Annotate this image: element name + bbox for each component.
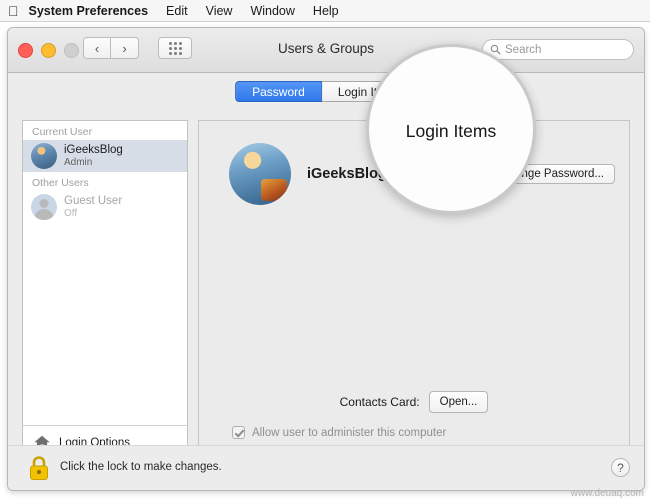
- contacts-card-row: Contacts Card: Open...: [199, 391, 629, 413]
- menu-item-help[interactable]: Help: [313, 4, 339, 18]
- admin-checkbox[interactable]: [232, 426, 245, 439]
- menu-item-system-preferences[interactable]: System Preferences: [29, 4, 149, 18]
- menu-item-edit[interactable]: Edit: [166, 4, 188, 18]
- window-titlebar: ‹ › Users & Groups Search: [8, 28, 644, 73]
- padlock-icon[interactable]: [28, 455, 50, 481]
- sidebar-group-other-users: Other Users: [32, 177, 89, 189]
- admin-checkbox-label: Allow user to administer this computer: [252, 426, 447, 439]
- user-header: iGeeksBlog: [229, 143, 387, 205]
- menu-item-window[interactable]: Window: [250, 4, 294, 18]
- lock-message: Click the lock to make changes.: [60, 461, 222, 473]
- users-sidebar: Current User iGeeksBlog Admin Other User…: [22, 120, 188, 460]
- guest-silhouette-avatar: [31, 194, 57, 220]
- help-button[interactable]: ?: [611, 458, 630, 477]
- lock-bar: Click the lock to make changes. ?: [8, 445, 644, 490]
- avatar[interactable]: [229, 143, 291, 205]
- open-contacts-card-button[interactable]: Open...: [428, 391, 489, 413]
- menu-item-view[interactable]: View: [206, 4, 233, 18]
- search-input[interactable]: Search: [482, 39, 634, 60]
- magnifier-overlay: Login Items: [366, 44, 536, 214]
- search-icon: [490, 44, 501, 55]
- system-preferences-window: ‹ › Users & Groups Search Password Login…: [7, 27, 645, 491]
- contacts-card-label: Contacts Card:: [339, 395, 420, 409]
- sidebar-item-label: Guest User: [64, 194, 123, 207]
- sidebar-item-sublabel: Off: [64, 207, 78, 219]
- sidebar-item-guest-user[interactable]: Guest User Off: [23, 191, 187, 223]
- magnifier-label: Login Items: [405, 120, 497, 141]
- apple-logo-icon[interactable]: : [8, 4, 19, 18]
- tab-bar: Password Login Items: [8, 73, 644, 110]
- search-placeholder: Search: [505, 43, 542, 56]
- sidebar-item-sublabel: Admin: [64, 156, 93, 168]
- menu-bar:  System Preferences Edit View Window He…: [0, 0, 650, 22]
- admin-checkbox-row[interactable]: Allow user to administer this computer: [232, 426, 446, 439]
- sidebar-group-current-user: Current User: [32, 126, 93, 138]
- content-area: Current User iGeeksBlog Admin Other User…: [8, 110, 644, 490]
- watermark: www.deuaq.com: [570, 488, 644, 499]
- sidebar-item-label: iGeeksBlog: [64, 143, 123, 156]
- user-photo-avatar: [31, 143, 57, 169]
- sidebar-item-igeeksblog[interactable]: iGeeksBlog Admin: [23, 140, 187, 172]
- tab-password[interactable]: Password: [235, 81, 322, 102]
